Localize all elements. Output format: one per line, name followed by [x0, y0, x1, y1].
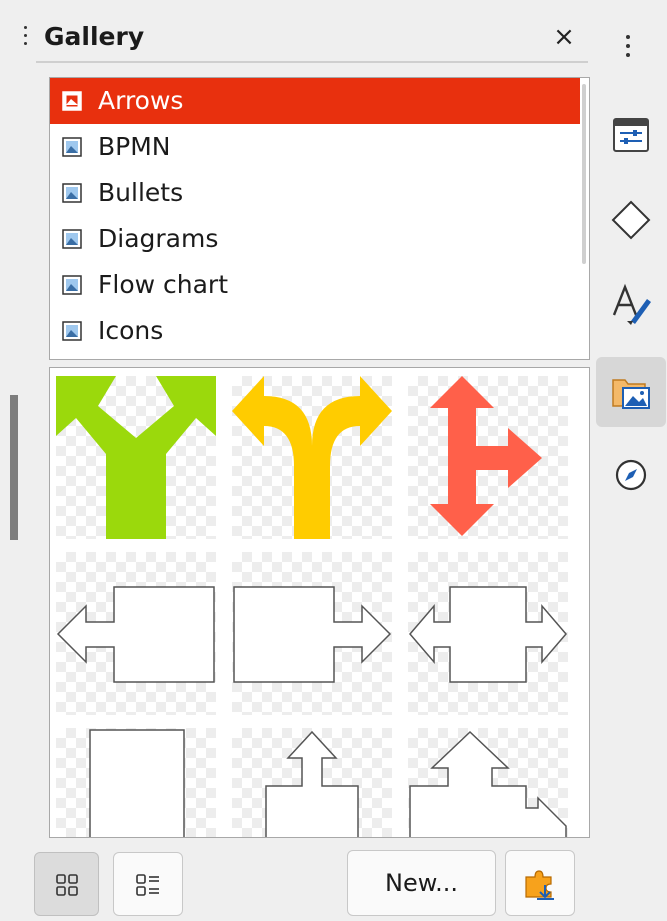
right-arrow-box-icon[interactable] — [232, 552, 392, 715]
detail-view-button[interactable] — [113, 852, 183, 916]
icon-view-icon — [55, 874, 78, 896]
up-arrow-box-icon[interactable] — [232, 728, 392, 837]
theme-item-flow-chart[interactable]: Flow chart — [50, 262, 580, 308]
theme-label: Bullets — [98, 178, 184, 207]
theme-label: BPMN — [98, 132, 171, 161]
navigator-icon — [615, 459, 647, 491]
left-right-arrow-box-icon[interactable] — [408, 552, 568, 715]
properties-tab[interactable] — [596, 100, 666, 170]
image-icon — [62, 229, 82, 249]
split-arrow-green-icon[interactable] — [56, 376, 216, 539]
theme-list-scrollbar[interactable] — [582, 84, 586, 264]
properties-icon — [613, 118, 649, 152]
gallery-thumbnail-grid[interactable] — [49, 367, 590, 838]
theme-label: Flow chart — [98, 270, 229, 299]
extension-icon — [525, 870, 554, 900]
navigator-tab[interactable] — [596, 440, 666, 510]
theme-item-bpmn[interactable]: BPMN — [50, 124, 580, 170]
image-icon — [62, 183, 82, 203]
three-way-arrow-red-icon[interactable] — [408, 376, 568, 539]
image-icon — [62, 321, 82, 341]
close-button[interactable]: × — [552, 22, 576, 52]
panel-grip-icon[interactable] — [24, 26, 28, 56]
gallery-panel: Gallery × Arrows BPMN Bullets Diagrams F… — [14, 0, 596, 921]
image-icon — [62, 91, 82, 111]
more-options-icon[interactable] — [626, 35, 630, 62]
up-right-arrow-box-icon[interactable] — [408, 728, 568, 837]
split-arrow-yellow-icon[interactable] — [232, 376, 392, 539]
gallery-tab[interactable] — [596, 357, 666, 427]
left-arrow-box-icon[interactable] — [56, 552, 216, 715]
sidebar-deck — [596, 0, 667, 921]
theme-item-bullets[interactable]: Bullets — [50, 170, 580, 216]
theme-list[interactable]: Arrows BPMN Bullets Diagrams Flow chart … — [49, 77, 590, 360]
title-divider — [36, 61, 588, 63]
theme-item-diagrams[interactable]: Diagrams — [50, 216, 580, 262]
detail-view-icon — [136, 874, 159, 896]
theme-label: Icons — [98, 316, 164, 345]
plain-box-icon[interactable] — [56, 728, 216, 837]
theme-label: Arrows — [98, 86, 184, 115]
theme-label: Diagrams — [98, 224, 219, 253]
panel-title: Gallery — [44, 22, 145, 51]
theme-item-icons[interactable]: Icons — [50, 308, 580, 354]
extension-button[interactable] — [505, 850, 575, 916]
icon-view-button[interactable] — [34, 852, 99, 916]
new-theme-button[interactable]: New... — [347, 850, 496, 916]
image-icon — [62, 137, 82, 157]
styles-icon — [612, 283, 651, 325]
theme-item-arrows[interactable]: Arrows — [50, 78, 580, 124]
styles-tab[interactable] — [596, 270, 666, 340]
shapes-tab[interactable] — [596, 185, 666, 255]
image-icon — [62, 275, 82, 295]
shapes-icon — [611, 200, 651, 240]
gallery-icon — [612, 379, 650, 409]
